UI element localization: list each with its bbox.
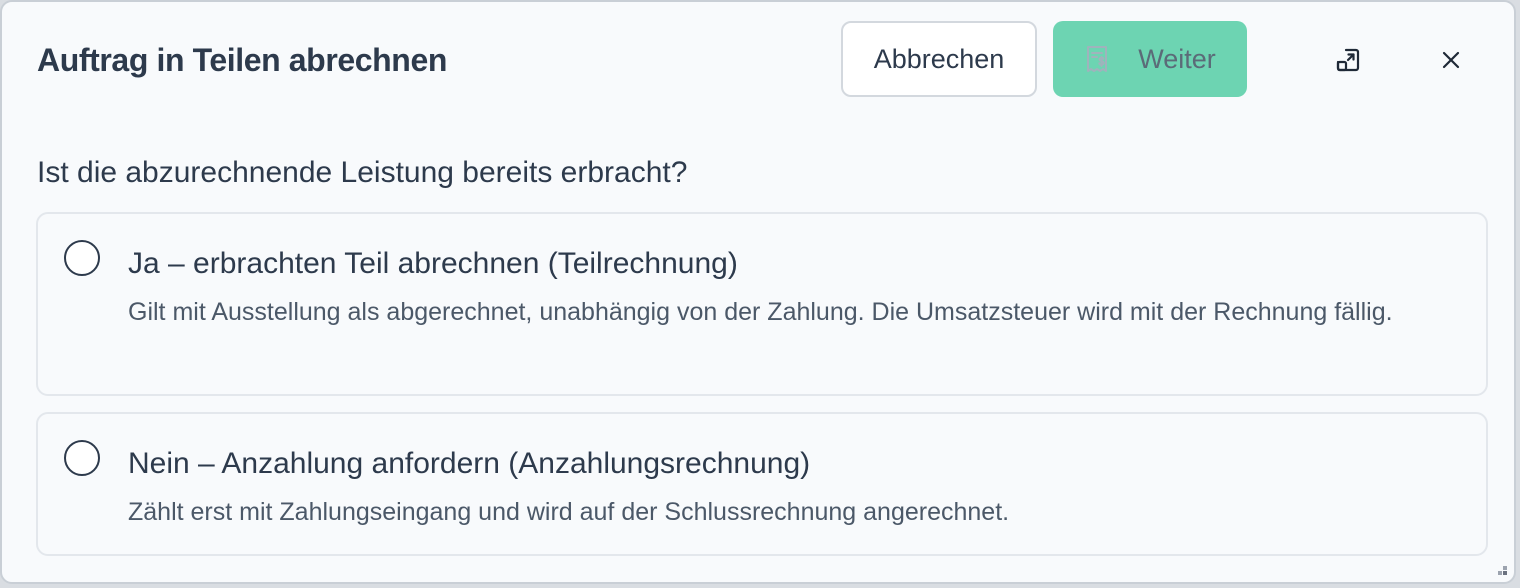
radio-button[interactable] bbox=[64, 440, 100, 476]
next-button[interactable]: Weiter bbox=[1053, 21, 1247, 97]
close-icon bbox=[1441, 50, 1461, 70]
option-partial-invoice[interactable]: Ja – erbrachten Teil abrechnen (Teilrech… bbox=[36, 212, 1488, 396]
option-description: Gilt mit Ausstellung als abgerechnet, un… bbox=[128, 298, 1393, 326]
expand-icon bbox=[1335, 47, 1361, 73]
dialog: Auftrag in Teilen abrechnen Abbrechen We… bbox=[0, 0, 1516, 584]
next-button-label: Weiter bbox=[1138, 43, 1216, 74]
option-title: Ja – erbrachten Teil abrechnen (Teilrech… bbox=[128, 247, 738, 280]
expand-button[interactable] bbox=[1328, 40, 1368, 80]
question-label: Ist die abzurechnende Leistung bereits e… bbox=[37, 156, 688, 189]
receipt-icon bbox=[1082, 44, 1112, 74]
close-button[interactable] bbox=[1431, 40, 1471, 80]
resize-grip-icon[interactable] bbox=[1494, 562, 1508, 576]
cancel-button[interactable]: Abbrechen bbox=[841, 21, 1037, 97]
option-title: Nein – Anzahlung anfordern (Anzahlungsre… bbox=[128, 447, 811, 480]
dialog-title: Auftrag in Teilen abrechnen bbox=[37, 42, 447, 78]
option-down-payment[interactable]: Nein – Anzahlung anfordern (Anzahlungsre… bbox=[36, 412, 1488, 556]
option-description: Zählt erst mit Zahlungseingang und wird … bbox=[128, 498, 1010, 526]
radio-button[interactable] bbox=[64, 240, 100, 276]
